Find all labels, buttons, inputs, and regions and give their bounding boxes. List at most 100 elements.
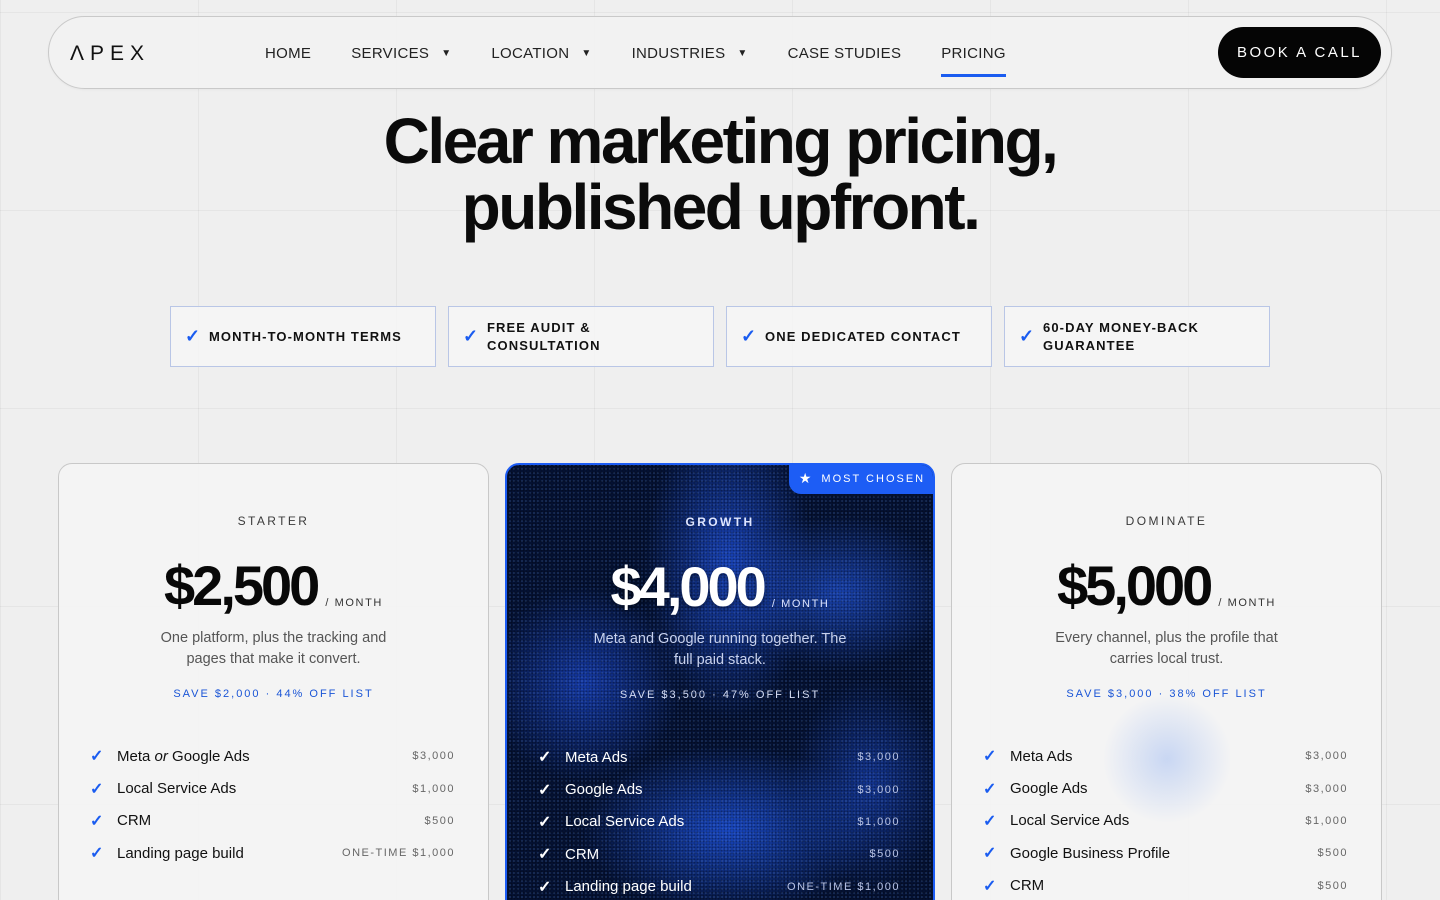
feature-badges: ✓ MONTH-TO-MONTH TERMS ✓ FREE AUDIT & CONS… (170, 306, 1270, 367)
item-value: $1,000 (412, 782, 455, 795)
list-item: ✓ Landing page build ONE-TIME $1,000 (538, 871, 900, 900)
item-value: $3,000 (857, 783, 900, 796)
item-name: Landing page build (117, 844, 244, 862)
check-icon: ✓ (983, 748, 997, 766)
plan-items: ✓ Meta Ads $3,000 ✓ Google Ads $3,000 ✓ Local… (983, 740, 1348, 900)
nav-label: LOCATION (491, 45, 570, 62)
item-name: Local Service Ads (1010, 812, 1130, 830)
item-value: $3,000 (1305, 750, 1348, 763)
item-name: Google Ads (565, 781, 643, 799)
most-chosen-badge: ★ MOST CHOSEN (789, 465, 933, 494)
item-name: Meta or Google Ads (117, 747, 250, 765)
check-icon: ✓ (983, 812, 997, 830)
item-value: $1,000 (1305, 814, 1348, 827)
item-value: $500 (1317, 879, 1348, 892)
plan-tier: GROWTH (685, 515, 755, 529)
list-item: ✓ Local Service Ads $1,000 (90, 772, 455, 804)
list-item: ✓ Google Business Profile $500 (983, 837, 1348, 869)
check-icon: ✓ (90, 845, 104, 863)
feature-text: MONTH-TO-MONTH TERMS (209, 328, 402, 344)
item-name: Meta Ads (565, 748, 628, 766)
list-item: ✓ Meta or Google Ads $3,000 (90, 740, 455, 772)
top-navigation: ΛPEX HOME SERVICES ▼ LOCATION ▼ INDUSTRIES… (48, 16, 1392, 89)
item-name: CRM (565, 845, 600, 863)
check-icon: ✓ (538, 781, 552, 799)
list-item: ✓ Google Ads $3,000 (983, 772, 1348, 804)
item-value: $500 (869, 848, 900, 861)
list-item: ✓ CRM $500 (983, 870, 1348, 900)
plan-price: $4,000 (610, 555, 767, 618)
check-icon: ✓ (463, 326, 479, 346)
nav-links: HOME SERVICES ▼ LOCATION ▼ INDUSTRIES ▼ CAS… (245, 17, 1026, 90)
nav-item-services[interactable]: SERVICES ▼ (331, 17, 471, 90)
feature-text: ONE DEDICATED CONTACT (765, 328, 961, 344)
plan-savings: SAVE $2,000 · 44% OFF LIST (173, 688, 374, 700)
nav-label: HOME (265, 45, 312, 62)
list-item: ✓ CRM $500 (538, 838, 900, 870)
plan-price: $2,500 (164, 554, 320, 617)
price-period: / MONTH (1218, 597, 1276, 609)
item-name: Landing page build (565, 878, 692, 896)
price-row: $5,000 / MONTH (952, 557, 1381, 615)
item-value: $3,000 (412, 750, 455, 763)
plan-items: ✓ Meta Ads $3,000 ✓ Google Ads $3,000 ✓ Local… (538, 741, 900, 900)
check-icon: ✓ (983, 780, 997, 798)
item-value: $3,000 (857, 751, 900, 764)
nav-item-home[interactable]: HOME (245, 17, 331, 90)
price-period: / MONTH (325, 597, 383, 609)
plan-description: Every channel, plus the profile that car… (1055, 630, 1278, 667)
nav-label: SERVICES (351, 45, 430, 62)
check-icon: ✓ (741, 326, 757, 346)
price-row: $2,500 / MONTH (59, 557, 488, 615)
check-icon: ✓ (90, 780, 104, 798)
nav-label: CASE STUDIES (787, 45, 902, 62)
plan-savings: SAVE $3,000 · 38% OFF LIST (1066, 688, 1267, 700)
feature-badge: ✓ 60-DAY MONEY-BACK GUARANTEE (1004, 306, 1270, 367)
list-item: ✓ CRM $500 (90, 805, 455, 837)
check-icon: ✓ (185, 326, 201, 346)
check-icon: ✓ (90, 812, 104, 830)
nav-item-pricing[interactable]: PRICING (921, 17, 1026, 90)
star-icon: ★ (798, 470, 814, 486)
item-name: Meta Ads (1010, 747, 1073, 765)
plan-savings: SAVE $3,500 · 47% OFF LIST (619, 689, 821, 701)
item-value: $1,000 (857, 815, 900, 828)
check-icon: ✓ (90, 748, 104, 766)
check-icon: ✓ (983, 845, 997, 863)
chevron-down-icon: ▼ (581, 48, 592, 59)
item-value: $500 (1317, 847, 1348, 860)
item-name: CRM (117, 812, 152, 830)
feature-badge: ✓ FREE AUDIT & CONSULTATION (448, 306, 714, 367)
list-item: ✓ Local Service Ads $1,000 (538, 806, 900, 838)
feature-text: FREE AUDIT & CONSULTATION (487, 319, 601, 353)
nav-item-location[interactable]: LOCATION ▼ (471, 17, 611, 90)
nav-label: INDUSTRIES (631, 45, 726, 62)
chevron-down-icon: ▼ (441, 48, 452, 59)
page-title: Clear marketing pricing, published upfro… (0, 108, 1440, 240)
pricing-card-starter[interactable]: STARTER $2,500 / MONTH One platform, plu… (58, 463, 489, 900)
list-item: ✓ Google Ads $3,000 (538, 773, 900, 805)
nav-item-case-studies[interactable]: CASE STUDIES (768, 17, 922, 90)
check-icon: ✓ (983, 877, 997, 895)
pricing-card-dominate[interactable]: DOMINATE $5,000 / MONTH Every channel, p… (951, 463, 1382, 900)
pricing-card-growth[interactable]: ★ MOST CHOSEN GROWTH $4,000 / MONTH Meta … (505, 463, 935, 900)
check-icon: ✓ (538, 846, 552, 864)
item-value: $3,000 (1305, 782, 1348, 795)
chevron-down-icon: ▼ (737, 48, 748, 59)
item-name: Google Ads (1010, 780, 1088, 798)
plan-price: $5,000 (1057, 554, 1213, 617)
plan-description: One platform, plus the tracking and page… (160, 630, 387, 667)
book-a-call-button[interactable]: BOOK A CALL (1218, 27, 1381, 78)
plan-tier: STARTER (237, 514, 310, 528)
list-item: ✓ Local Service Ads $1,000 (983, 805, 1348, 837)
item-name: Local Service Ads (117, 780, 237, 798)
item-value: ONE-TIME $1,000 (787, 880, 900, 893)
item-value: ONE-TIME $1,000 (342, 847, 455, 860)
nav-item-industries[interactable]: INDUSTRIES ▼ (612, 17, 768, 90)
title-line-2: published upfront. (461, 171, 981, 243)
badge-label: MOST CHOSEN (821, 472, 926, 485)
apex-logo[interactable]: ΛPEX (70, 42, 150, 66)
feature-badge: ✓ MONTH-TO-MONTH TERMS (170, 306, 436, 367)
list-item: ✓ Meta Ads $3,000 (983, 740, 1348, 772)
check-icon: ✓ (538, 749, 552, 767)
